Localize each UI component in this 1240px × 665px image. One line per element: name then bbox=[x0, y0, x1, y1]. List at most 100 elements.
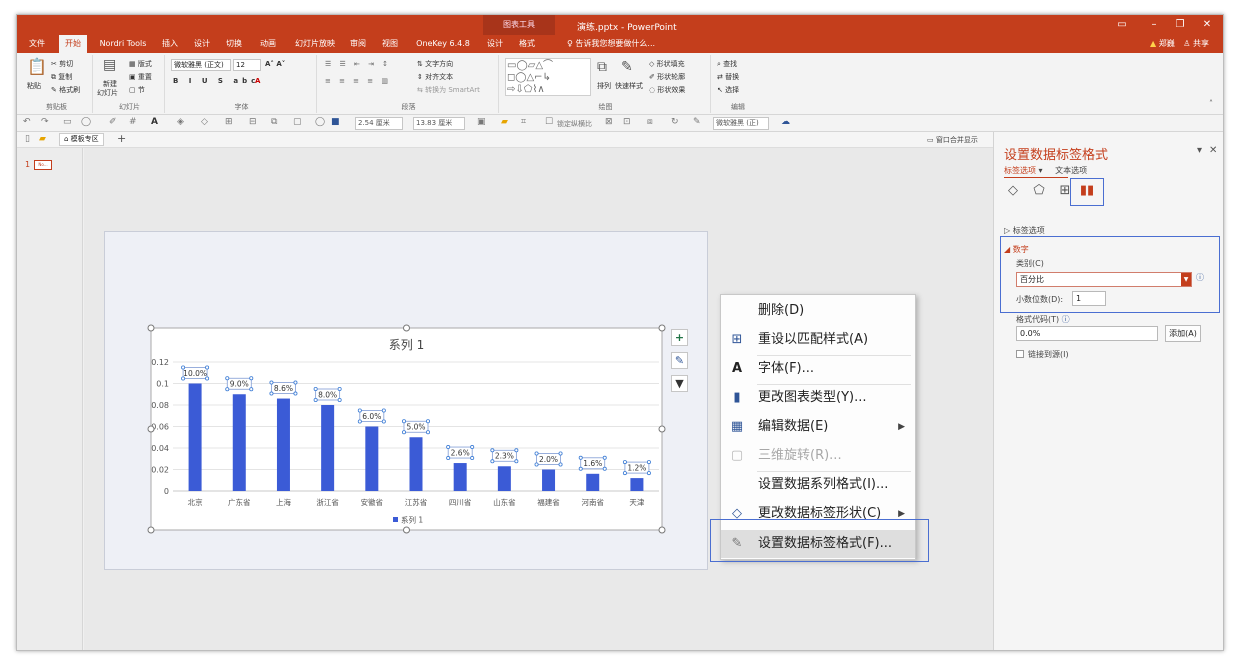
menu-reset-style[interactable]: ⊞ 重设以匹配样式(A) bbox=[721, 326, 915, 354]
tab-animations[interactable]: 动画 bbox=[257, 35, 279, 53]
menu-format-data-series[interactable]: 设置数据系列格式(I)... bbox=[721, 471, 915, 499]
tab-onekey[interactable]: OneKey 6.4.8 bbox=[415, 35, 471, 53]
cut-button[interactable]: ✂ 剪切 bbox=[51, 59, 73, 69]
rotate-qat-icon[interactable]: ↻ bbox=[671, 117, 679, 127]
hash-icon[interactable]: # bbox=[129, 117, 137, 127]
layout-button[interactable]: ▦ 版式 bbox=[129, 59, 152, 69]
shapes-gallery[interactable]: ▭◯▱△⌒ ◻◯△⌐↳ ⇨⇩⬠⌇∧ bbox=[505, 58, 591, 96]
outline-qat-icon[interactable]: ◇ bbox=[201, 117, 208, 127]
chart-resize-handle[interactable] bbox=[658, 425, 666, 433]
copy-button[interactable]: ⧉ 复制 bbox=[51, 72, 72, 82]
replace-button[interactable]: ⇄ 替换 bbox=[717, 72, 739, 82]
new-slide-icon[interactable]: ▤ bbox=[103, 57, 116, 73]
select-button[interactable]: ↖ 选择 bbox=[717, 85, 739, 95]
align-qat-icon[interactable]: ⊞ bbox=[225, 117, 233, 127]
font-color-qat-icon[interactable]: A bbox=[151, 117, 158, 127]
tab-label-options[interactable]: 标签选项 bbox=[1004, 166, 1036, 175]
bar-chart[interactable]: 00.020.040.060.080.10.12系列 1北京10.0%广东省9.… bbox=[105, 232, 709, 571]
new-slide-button-2[interactable]: 幻灯片 bbox=[97, 88, 118, 98]
crop-qat-icon[interactable]: ⌗ bbox=[521, 117, 526, 127]
tab-transitions[interactable]: 切换 bbox=[223, 35, 245, 53]
arrange-icon[interactable]: ⧉ bbox=[597, 59, 607, 75]
group2-qat-icon[interactable]: ⧈ bbox=[647, 117, 653, 127]
section-label-options[interactable]: ▷ 标签选项 bbox=[1004, 225, 1045, 236]
chart-resize-handle[interactable] bbox=[403, 324, 410, 332]
list-icons[interactable]: ☰ ☰ ⇤ ⇥ ↕ bbox=[325, 60, 391, 68]
quick-styles-icon[interactable]: ✎ bbox=[621, 59, 633, 75]
reset-button[interactable]: ▣ 重置 bbox=[129, 72, 152, 82]
tab-nordri-tools[interactable]: Nordri Tools bbox=[95, 35, 151, 53]
section-button[interactable]: ▢ 节 bbox=[129, 85, 145, 95]
find-button[interactable]: ⌕ 查找 bbox=[717, 59, 737, 69]
chevron-down-icon[interactable]: ▼ bbox=[1181, 273, 1191, 286]
tab-file[interactable]: 文件 bbox=[25, 35, 49, 53]
format-painter-button[interactable]: ✎ 格式刷 bbox=[51, 85, 80, 95]
font-name-select[interactable]: 微软雅黑 (正文) bbox=[171, 59, 231, 71]
chart-resize-handle[interactable] bbox=[147, 324, 155, 332]
restore-icon[interactable]: ❐ bbox=[1173, 18, 1187, 32]
link-to-source-checkbox[interactable] bbox=[1016, 350, 1024, 358]
border-qat-icon[interactable]: ⊠ bbox=[605, 117, 613, 127]
color-picker-icon[interactable]: ■ bbox=[331, 117, 340, 127]
shape-height-input[interactable]: 13.83 厘米 bbox=[413, 117, 465, 130]
pane-close-icon[interactable]: ✕ bbox=[1209, 145, 1217, 156]
tab-chart-format[interactable]: 格式 bbox=[515, 35, 539, 53]
category-select[interactable]: 百分比 ▼ bbox=[1016, 272, 1192, 287]
chart-resize-handle[interactable] bbox=[403, 526, 410, 534]
font-style-icons[interactable]: B I U S abc bbox=[173, 77, 259, 85]
ribbon-display-icon[interactable]: ▭ bbox=[1115, 18, 1129, 32]
tell-me-search[interactable]: ♀ 告诉我您想要做什么... bbox=[567, 35, 655, 53]
chart-resize-handle[interactable] bbox=[147, 425, 155, 433]
circle-qat-icon[interactable]: ◯ bbox=[315, 117, 325, 127]
paste-button[interactable]: 粘贴 bbox=[27, 81, 41, 91]
fill-qat-icon[interactable]: ◈ bbox=[177, 117, 184, 127]
chart-elements-button[interactable]: + bbox=[671, 329, 688, 346]
effects-pentagon-icon[interactable]: ⬠ bbox=[1030, 182, 1048, 200]
shape-effects-button[interactable]: ◌ 形状效果 bbox=[649, 85, 685, 95]
new-doc-icon[interactable]: ▯ bbox=[25, 134, 30, 144]
template-area-tab[interactable]: ⌂ 模板专区 bbox=[59, 133, 104, 146]
smartart-button[interactable]: ⇆ 转换为 SmartArt bbox=[417, 85, 480, 95]
align-text-button[interactable]: ⇕ 对齐文本 bbox=[417, 72, 453, 82]
folder-qat-icon[interactable]: ▰ bbox=[501, 117, 508, 127]
distribute-qat-icon[interactable]: ⊟ bbox=[249, 117, 257, 127]
menu-font[interactable]: A 字体(F)... bbox=[721, 355, 915, 383]
slide-thumbnail[interactable]: No... bbox=[34, 160, 52, 170]
chart-filters-button[interactable]: ▼ bbox=[671, 375, 688, 392]
menu-delete[interactable]: 删除(D) bbox=[721, 297, 915, 325]
shape-fill-button[interactable]: ◇ 形状填充 bbox=[649, 59, 685, 69]
redo-icon[interactable]: ↷ bbox=[41, 117, 49, 127]
share-button[interactable]: 共享 bbox=[1193, 39, 1209, 48]
rect-qat-icon[interactable]: ▢ bbox=[293, 117, 302, 127]
menu-edit-data[interactable]: ▦ 编辑数据(E) ▶ bbox=[721, 413, 915, 441]
font-size-select[interactable]: 12 bbox=[233, 59, 261, 71]
tab-review[interactable]: 审阅 bbox=[347, 35, 369, 53]
chart-resize-handle[interactable] bbox=[658, 526, 666, 534]
font-color-icon[interactable]: A bbox=[255, 77, 260, 85]
tab-chart-design[interactable]: 设计 bbox=[483, 35, 507, 53]
shape-outline-icon[interactable]: ◯ bbox=[81, 117, 91, 127]
table-qat-icon[interactable]: ⊡ bbox=[623, 117, 631, 127]
tab-home[interactable]: 开始 bbox=[59, 35, 87, 53]
pencil-qat-icon[interactable]: ✎ bbox=[693, 117, 701, 127]
quick-styles-button[interactable]: 快速样式 bbox=[615, 81, 643, 91]
minimize-icon[interactable]: – bbox=[1147, 18, 1161, 32]
pen-tool-icon[interactable]: ✐ bbox=[109, 117, 117, 127]
undo-icon[interactable]: ↶ bbox=[23, 117, 31, 127]
add-tab-icon[interactable]: + bbox=[117, 132, 126, 145]
tab-view[interactable]: 视图 bbox=[379, 35, 401, 53]
shape-outline-button[interactable]: ✐ 形状轮廓 bbox=[649, 72, 685, 82]
shape-width-input[interactable]: 2.54 厘米 bbox=[355, 117, 403, 130]
fill-line-icon[interactable]: ◇ bbox=[1004, 182, 1022, 200]
decimal-places-input[interactable]: 1 bbox=[1072, 291, 1106, 306]
group-qat-icon[interactable]: ⧉ bbox=[271, 117, 277, 127]
grow-shrink-font-icon[interactable]: A˄ A˅ bbox=[265, 60, 285, 68]
align-icons[interactable]: ≡ ≡ ≡ ≡ ▥ bbox=[325, 77, 391, 85]
tab-design[interactable]: 设计 bbox=[191, 35, 213, 53]
shape-tool-icon[interactable]: ▭ bbox=[63, 117, 72, 127]
user-area[interactable]: ▲ 郑巍 ♙ 共享 bbox=[1150, 35, 1209, 53]
pane-options-icon[interactable]: ▾ bbox=[1197, 145, 1202, 156]
format-code-input[interactable]: 0.0% bbox=[1016, 326, 1158, 341]
tab-insert[interactable]: 插入 bbox=[159, 35, 181, 53]
slide-canvas[interactable]: 0 0.02 0.04 0.06 0.08 0.1 0.12 系列 1 北京 10.0% 广东省 9.… bbox=[104, 231, 708, 570]
